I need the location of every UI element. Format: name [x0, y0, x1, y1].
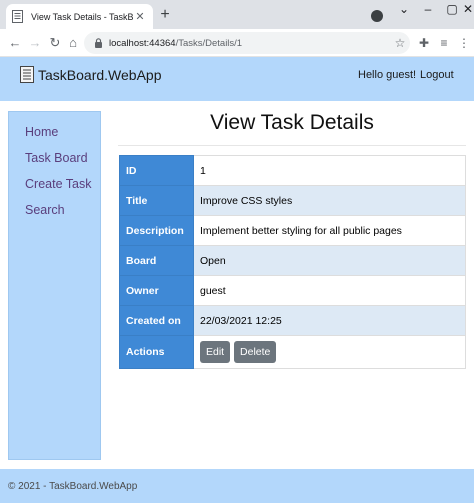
edit-button[interactable]: Edit	[200, 341, 231, 363]
row-key: Actions	[119, 335, 194, 369]
logout-link[interactable]: Logout	[420, 69, 454, 81]
address-bar[interactable]: localhost:44364/Tasks/Details/1	[84, 32, 410, 54]
table-row: Description Implement better styling for…	[119, 215, 466, 246]
table-row: Title Improve CSS styles	[119, 185, 466, 216]
browser-tab-strip: View Task Details - TaskBoard ✕ + ⌄ – ▢ …	[0, 0, 474, 29]
row-key: Created on	[119, 305, 194, 336]
site-header: TaskBoard.WebApp Hello guest! Logout	[0, 57, 474, 101]
star-icon[interactable]: ☆	[392, 35, 408, 51]
table-row: ID 1	[119, 155, 466, 186]
table-row-actions: Actions Edit Delete	[119, 335, 466, 369]
table-row: Created on 22/03/2021 12:25	[119, 305, 466, 336]
row-key: Board	[119, 245, 194, 276]
user-greeting: Hello guest!	[358, 69, 417, 81]
reload-icon[interactable]: ↻	[46, 34, 64, 52]
close-window-icon[interactable]: ✕	[462, 3, 474, 15]
sidebar-item-home[interactable]: Home	[25, 125, 58, 139]
sidebar-item-search[interactable]: Search	[25, 203, 65, 217]
maximize-icon[interactable]: ▢	[446, 3, 458, 15]
back-arrow-icon[interactable]: ←	[6, 34, 24, 52]
reading-list-icon[interactable]: ≡	[436, 35, 452, 51]
close-icon[interactable]: ✕	[133, 10, 147, 24]
document-icon	[12, 10, 23, 23]
tab-title: View Task Details - TaskBoard	[31, 11, 133, 22]
lock-icon	[95, 38, 102, 48]
divider	[118, 145, 466, 146]
row-value: 22/03/2021 12:25	[193, 305, 466, 336]
row-value: 1	[193, 155, 466, 186]
sidebar-item-task-board[interactable]: Task Board	[25, 151, 88, 165]
chevron-down-icon[interactable]: ⌄	[398, 3, 410, 15]
browser-tab[interactable]: View Task Details - TaskBoard ✕	[6, 4, 153, 29]
row-key: Title	[119, 185, 194, 216]
brand-link[interactable]: TaskBoard.WebApp	[20, 66, 161, 83]
extensions-icon[interactable]: ✚	[416, 35, 432, 51]
task-details-table: ID 1 Title Improve CSS styles Descriptio…	[119, 155, 466, 369]
row-actions: Edit Delete	[193, 335, 466, 369]
url-path: /Tasks/Details/1	[175, 37, 243, 49]
row-key: Description	[119, 215, 194, 246]
sidebar-item-create-task[interactable]: Create Task	[25, 177, 91, 191]
menu-icon[interactable]: ⋮	[456, 35, 472, 51]
row-value: guest	[193, 275, 466, 306]
table-row: Board Open	[119, 245, 466, 276]
profile-icon[interactable]	[371, 10, 383, 22]
row-value: Implement better styling for all public …	[193, 215, 466, 246]
site-footer: © 2021 - TaskBoard.WebApp	[0, 469, 474, 503]
url-host: localhost:44364	[109, 37, 176, 49]
table-row: Owner guest	[119, 275, 466, 306]
row-value: Open	[193, 245, 466, 276]
row-value: Improve CSS styles	[193, 185, 466, 216]
browser-toolbar: ← → ↻ ⌂ localhost:44364/Tasks/Details/1 …	[0, 29, 474, 57]
sidebar: Home Task Board Create Task Search	[8, 111, 101, 460]
page-title: View Task Details	[210, 111, 374, 134]
new-tab-icon[interactable]: +	[158, 6, 172, 24]
document-icon	[20, 66, 34, 83]
forward-arrow-icon[interactable]: →	[26, 34, 44, 52]
footer-copyright: © 2021 - TaskBoard.WebApp	[8, 481, 138, 492]
minimize-icon[interactable]: –	[422, 3, 434, 15]
brand-name: TaskBoard.WebApp	[38, 66, 162, 83]
row-key: Owner	[119, 275, 194, 306]
delete-button[interactable]: Delete	[234, 341, 277, 363]
home-icon[interactable]: ⌂	[64, 34, 82, 52]
row-key: ID	[119, 155, 194, 186]
